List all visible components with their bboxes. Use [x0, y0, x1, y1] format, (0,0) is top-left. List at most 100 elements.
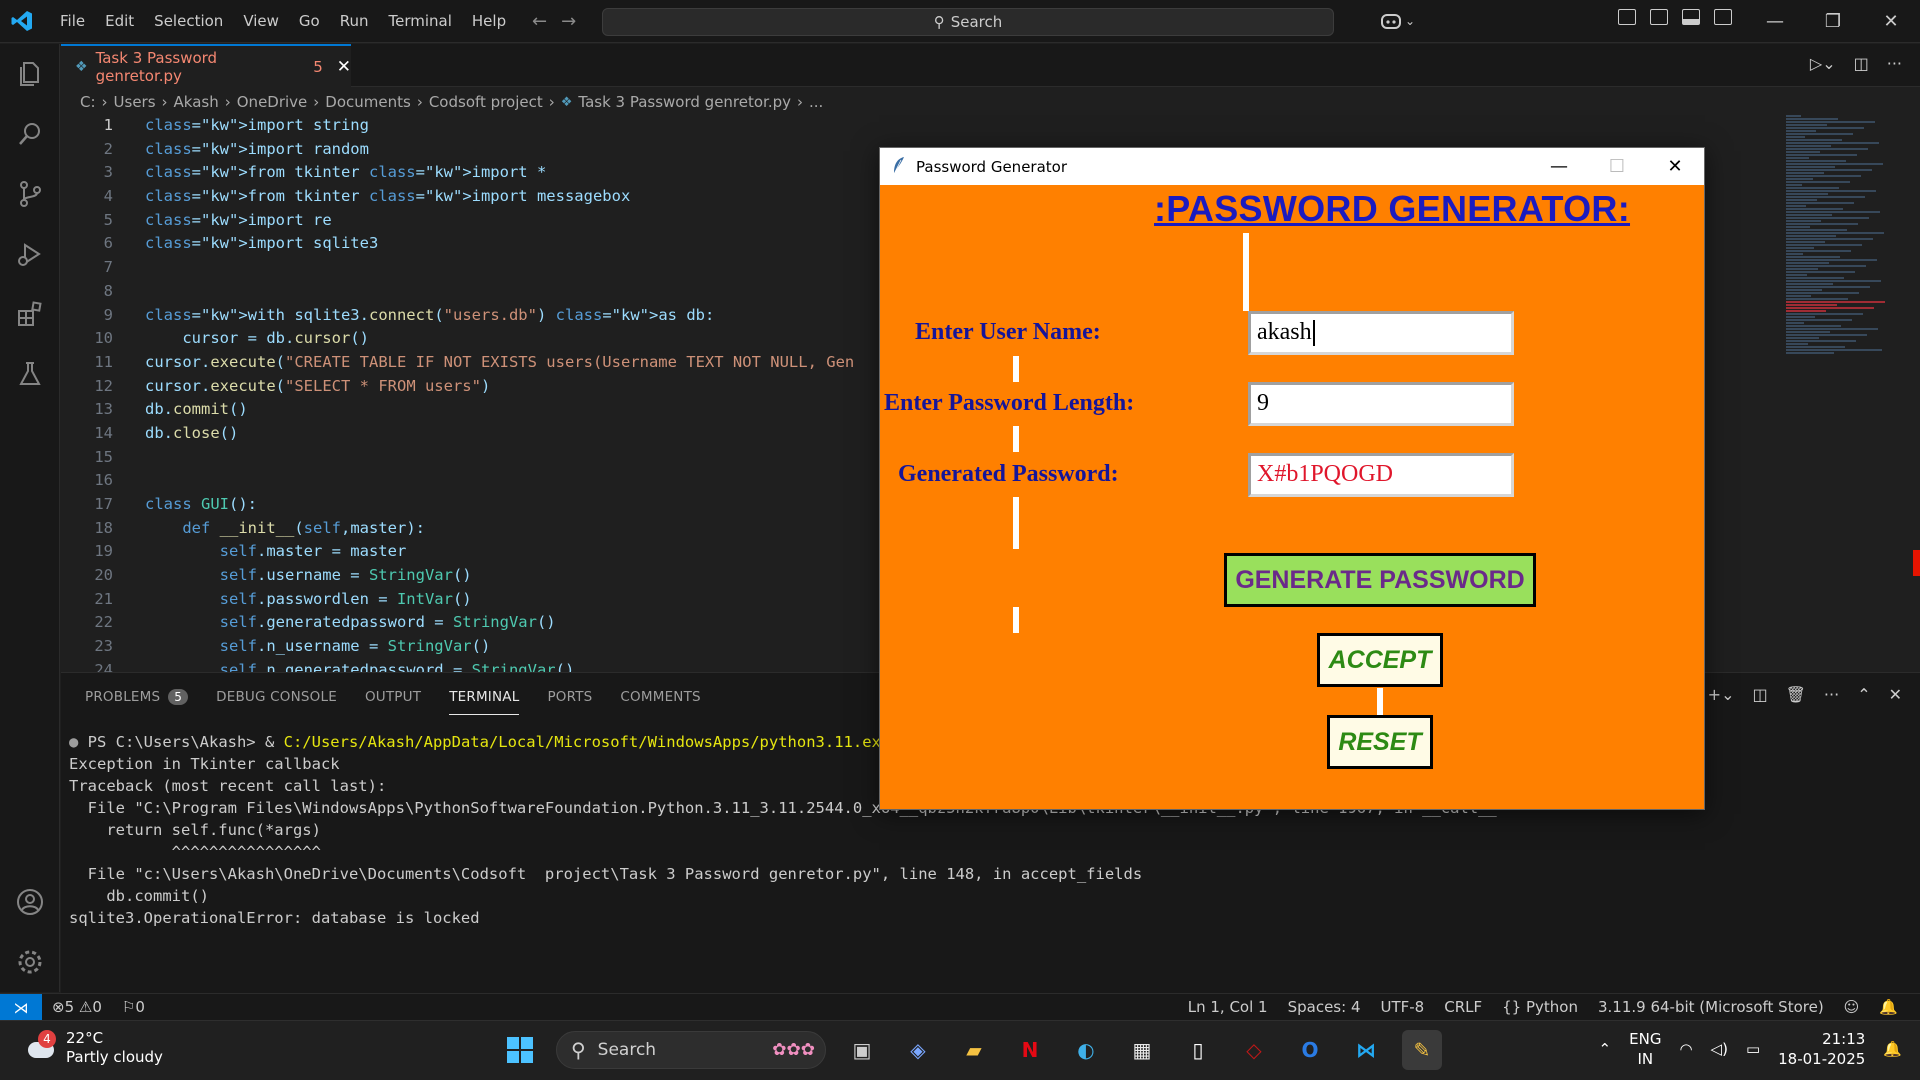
- toggle-primary-sidebar-icon[interactable]: [1650, 9, 1668, 25]
- tab-debug-console[interactable]: DEBUG CONSOLE: [216, 685, 337, 709]
- line-endings[interactable]: CRLF: [1444, 998, 1482, 1016]
- tk-maximize-icon[interactable]: ☐: [1588, 148, 1646, 185]
- extensions-icon[interactable]: [0, 284, 60, 344]
- restore-icon[interactable]: ❐: [1804, 0, 1862, 43]
- maximize-panel-icon[interactable]: ⌃: [1857, 685, 1870, 704]
- menu-file[interactable]: File: [50, 0, 95, 43]
- minimap[interactable]: [1786, 114, 1906, 444]
- tab-terminal[interactable]: TERMINAL: [449, 685, 520, 715]
- clock[interactable]: 21:13 18-01-2025: [1778, 1029, 1865, 1069]
- line-number: 5: [103, 210, 113, 229]
- copilot-app-icon[interactable]: ◈: [898, 1030, 938, 1070]
- code-text: class="kw">from tkinter class="kw">impor…: [145, 187, 631, 206]
- forward-arrow-icon[interactable]: →: [561, 11, 576, 32]
- tab-password-generator[interactable]: ❖ Task 3 Password genretor.py 5 ✕: [61, 44, 351, 87]
- minimap-line: [1786, 235, 1836, 237]
- explorer-icon[interactable]: [0, 44, 60, 104]
- cursor-position[interactable]: Ln 1, Col 1: [1188, 998, 1268, 1016]
- breadcrumb-item[interactable]: Documents: [325, 93, 411, 111]
- show-hidden-icons-icon[interactable]: ⌃: [1599, 1040, 1612, 1058]
- weather-widget[interactable]: 4 22°C Partly cloudy: [24, 1029, 163, 1067]
- menu-view[interactable]: View: [233, 0, 289, 43]
- more-actions-icon[interactable]: ···: [1887, 54, 1902, 73]
- wifi-icon[interactable]: ◠: [1679, 1040, 1692, 1058]
- breadcrumb-item[interactable]: Users: [114, 93, 156, 111]
- accept-button[interactable]: ACCEPT: [1317, 633, 1443, 687]
- microsoft-store-icon[interactable]: ▦: [1122, 1030, 1162, 1070]
- notifications-bell-icon[interactable]: 🔔: [1879, 998, 1898, 1016]
- password-length-input[interactable]: 9: [1248, 382, 1514, 426]
- breadcrumb-item[interactable]: Codsoft project: [429, 93, 543, 111]
- menu-help[interactable]: Help: [462, 0, 516, 43]
- breadcrumb-item[interactable]: ...: [809, 93, 823, 111]
- breadcrumb-item[interactable]: OneDrive: [237, 93, 308, 111]
- file-explorer-icon[interactable]: ▰: [954, 1030, 994, 1070]
- run-debug-icon[interactable]: [0, 224, 60, 284]
- menu-selection[interactable]: Selection: [144, 0, 233, 43]
- windows-start-icon[interactable]: [500, 1030, 540, 1070]
- volume-icon[interactable]: ◁): [1711, 1040, 1728, 1058]
- taskbar-search[interactable]: ⚲ Search ✿✿✿: [556, 1031, 826, 1069]
- tk-close-icon[interactable]: ✕: [1646, 148, 1704, 185]
- accounts-icon[interactable]: [0, 872, 60, 932]
- tab-problems[interactable]: PROBLEMS 5: [85, 685, 189, 709]
- ports-status[interactable]: ⚐0: [122, 998, 145, 1016]
- menu-go[interactable]: Go: [289, 0, 330, 43]
- netflix-icon[interactable]: N: [1010, 1030, 1050, 1070]
- code-line[interactable]: 1 class="kw">import string: [61, 114, 1781, 138]
- task-view-icon[interactable]: ▣: [842, 1030, 882, 1070]
- python-app-icon[interactable]: ✎: [1402, 1030, 1442, 1070]
- new-terminal-icon[interactable]: +⌄: [1708, 685, 1735, 704]
- minimize-icon[interactable]: —: [1746, 0, 1804, 43]
- problems-status[interactable]: ⊗5 ⚠0: [52, 998, 102, 1016]
- customize-layout-icon[interactable]: [1618, 9, 1636, 25]
- outlook-icon[interactable]: O: [1290, 1030, 1330, 1070]
- tab-output[interactable]: OUTPUT: [365, 685, 421, 709]
- menu-terminal[interactable]: Terminal: [379, 0, 462, 43]
- document-icon[interactable]: ▯: [1178, 1030, 1218, 1070]
- testing-flask-icon[interactable]: [0, 344, 60, 404]
- copilot-status-icon[interactable]: ☺: [1844, 998, 1860, 1016]
- close-icon[interactable]: ✕: [1862, 0, 1920, 43]
- menu-edit[interactable]: Edit: [95, 0, 144, 43]
- language-mode[interactable]: {} Python: [1502, 998, 1578, 1016]
- menu-run[interactable]: Run: [330, 0, 379, 43]
- source-control-icon[interactable]: [0, 164, 60, 224]
- breadcrumb-item[interactable]: C:: [80, 93, 96, 111]
- run-file-icon[interactable]: ▷⌄: [1810, 54, 1836, 73]
- breadcrumb-item[interactable]: Task 3 Password genretor.py: [578, 93, 791, 111]
- edge-icon[interactable]: ◐: [1066, 1030, 1106, 1070]
- search-sidebar-icon[interactable]: [0, 104, 60, 164]
- tab-close-icon[interactable]: ✕: [337, 57, 351, 77]
- copilot-icon[interactable]: ⌄: [1380, 8, 1420, 34]
- battery-icon[interactable]: ▭: [1746, 1040, 1760, 1058]
- reset-button[interactable]: RESET: [1327, 715, 1433, 769]
- username-input[interactable]: akash: [1248, 311, 1514, 355]
- generate-password-button[interactable]: GENERATE PASSWORD: [1224, 553, 1536, 607]
- settings-gear-icon[interactable]: [0, 932, 60, 992]
- back-arrow-icon[interactable]: ←: [532, 11, 547, 32]
- chevron-down-icon[interactable]: ⌄: [1405, 14, 1415, 28]
- close-panel-icon[interactable]: ✕: [1889, 685, 1902, 704]
- vscode-taskbar-icon[interactable]: ⋈: [1346, 1030, 1386, 1070]
- kill-terminal-icon[interactable]: 🗑: [1786, 685, 1806, 704]
- command-search-box[interactable]: ⚲ Search: [602, 8, 1334, 36]
- language-indicator[interactable]: ENG IN: [1629, 1029, 1661, 1069]
- tk-minimize-icon[interactable]: —: [1530, 148, 1588, 185]
- split-terminal-icon[interactable]: ◫: [1752, 685, 1767, 704]
- generated-password-field[interactable]: X#b1PQOGD: [1248, 453, 1514, 497]
- mcafee-icon[interactable]: ◇: [1234, 1030, 1274, 1070]
- python-interpreter[interactable]: 3.11.9 64-bit (Microsoft Store): [1598, 998, 1824, 1016]
- notification-bell-icon[interactable]: 🔔: [1883, 1040, 1902, 1058]
- indentation[interactable]: Spaces: 4: [1288, 998, 1361, 1016]
- toggle-secondary-sidebar-icon[interactable]: [1714, 9, 1732, 25]
- breadcrumb-item[interactable]: Akash: [174, 93, 219, 111]
- split-editor-icon[interactable]: ◫: [1854, 54, 1869, 73]
- encoding[interactable]: UTF-8: [1380, 998, 1424, 1016]
- line-number: 6: [103, 234, 113, 253]
- tab-ports[interactable]: PORTS: [547, 685, 592, 709]
- remote-indicator-icon[interactable]: ⋊: [0, 994, 42, 1021]
- more-actions-icon[interactable]: ···: [1824, 685, 1839, 704]
- tab-comments[interactable]: COMMENTS: [620, 685, 700, 709]
- toggle-panel-icon[interactable]: [1682, 9, 1700, 25]
